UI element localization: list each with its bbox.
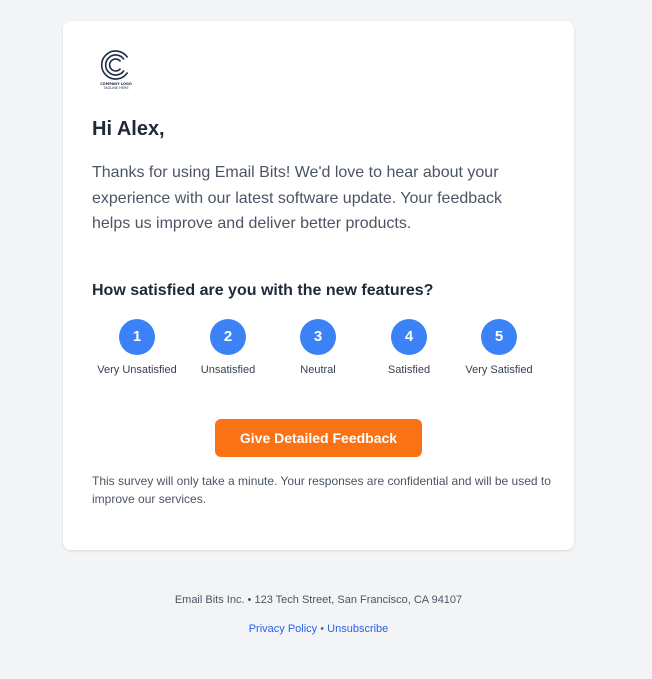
- rating-circle[interactable]: 5: [481, 319, 517, 355]
- rating-label: Very Unsatisfied: [97, 364, 177, 376]
- intro-paragraph: Thanks for using Email Bits! We'd love t…: [92, 164, 503, 232]
- logo-c-icon: [100, 50, 129, 80]
- rating-circle[interactable]: 4: [391, 319, 427, 355]
- rating-label: Very Satisfied: [465, 364, 533, 376]
- survey-note: This survey will only take a minute. You…: [92, 474, 551, 506]
- footer-links: Privacy Policy • Unsubscribe: [0, 623, 637, 635]
- rating-label: Unsatisfied: [200, 364, 256, 376]
- greeting-heading: Hi Alex,: [92, 118, 165, 140]
- rating-circle[interactable]: 3: [300, 319, 336, 355]
- rating-option-3[interactable]: 3 Neutral: [268, 319, 368, 376]
- privacy-policy-link[interactable]: Privacy Policy: [249, 623, 317, 635]
- email-card: COMPANY LOGO TAGLINE HERE Hi Alex, Thank…: [63, 21, 574, 550]
- rating-option-1[interactable]: 1 Very Unsatisfied: [87, 319, 187, 376]
- logo-text-line: TAGLINE HERE: [103, 86, 129, 90]
- survey-question: How satisfied are you with the new featu…: [92, 282, 434, 299]
- unsubscribe-link[interactable]: Unsubscribe: [327, 623, 388, 635]
- logo-text: COMPANY LOGO TAGLINE HERE: [99, 82, 133, 90]
- rating-option-5[interactable]: 5 Very Satisfied: [449, 319, 549, 376]
- rating-circle[interactable]: 2: [210, 319, 246, 355]
- footer-address: Email Bits Inc. • 123 Tech Street, San F…: [174, 594, 463, 606]
- rating-circle[interactable]: 1: [119, 319, 155, 355]
- rating-option-4[interactable]: 4 Satisfied: [359, 319, 459, 376]
- footer-separator: •: [320, 623, 325, 635]
- give-detailed-feedback-button[interactable]: Give Detailed Feedback: [215, 419, 422, 457]
- rating-label: Satisfied: [387, 364, 431, 376]
- rating-label: Neutral: [300, 364, 336, 376]
- company-logo: COMPANY LOGO TAGLINE HERE: [99, 48, 133, 90]
- rating-option-2[interactable]: 2 Unsatisfied: [178, 319, 278, 376]
- rating-scale: 1 Very Unsatisfied 2 Unsatisfied 3 Neutr…: [63, 319, 574, 379]
